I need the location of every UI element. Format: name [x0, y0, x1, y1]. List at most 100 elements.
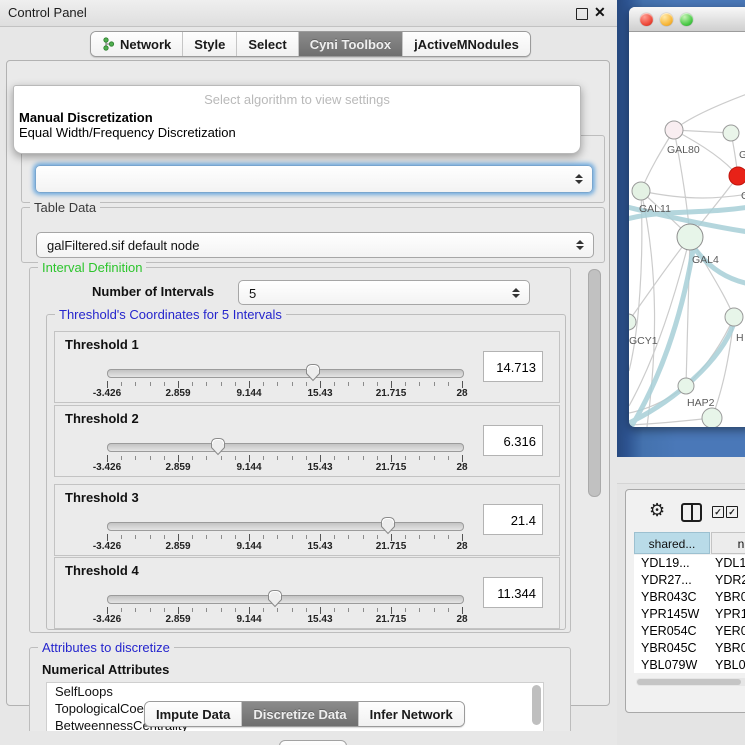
table-rows: YDL19...YDL1YDR27...YDR2YBR043CYBR0YPR14…: [634, 555, 745, 673]
slider-thumb-icon[interactable]: [305, 363, 321, 382]
zoom-traffic-light-icon[interactable]: [680, 13, 693, 26]
checkbox-icon[interactable]: ✓: [726, 506, 738, 518]
tick-label: 21.715: [376, 462, 407, 473]
node-label: GCY1: [629, 335, 658, 347]
tick-label: -3.426: [93, 388, 121, 399]
tick-label: 21.715: [376, 541, 407, 552]
network-graph[interactable]: GAL80 GAL11 GAL4 GCY1 HAP2 GA C H: [629, 31, 745, 427]
tab-label: jActiveMNodules: [414, 37, 519, 52]
tick-label: 28: [456, 541, 467, 552]
control-panel-title: Control Panel: [8, 0, 87, 26]
minimize-traffic-light-icon[interactable]: [660, 13, 673, 26]
tick-label: 9.144: [236, 388, 261, 399]
close-traffic-light-icon[interactable]: [640, 13, 653, 26]
tick-label: 2.859: [165, 541, 190, 552]
column-header-shared-name[interactable]: shared...: [634, 532, 710, 554]
table-row[interactable]: YBR043CYBR0: [634, 589, 745, 606]
tab-select[interactable]: Select: [237, 32, 298, 56]
tick-label: 15.43: [307, 388, 332, 399]
node-gcy1: [629, 314, 636, 330]
table-panel-body: ⚙ ✓ ✓ shared... n YDL19...YDL1YDR27...YD…: [625, 489, 745, 713]
tab-label: Select: [248, 37, 286, 52]
cell-shared-name: YPR145W: [634, 606, 711, 623]
node-label: HAP2: [687, 397, 715, 409]
threshold-slider[interactable]: [107, 443, 464, 452]
tab-infer-network[interactable]: Infer Network: [359, 702, 464, 726]
column-header-name[interactable]: n: [711, 532, 745, 554]
tick-label: 28: [456, 388, 467, 399]
list-scrollbar[interactable]: [532, 685, 541, 725]
cell-name: YDL1: [711, 555, 745, 572]
node-label: GAL80: [667, 144, 700, 156]
table-row[interactable]: YDL19...YDL1: [634, 555, 745, 572]
tick-label: 9.144: [236, 541, 261, 552]
cell-name: YBR0: [711, 589, 745, 606]
tab-label: Cyni Toolbox: [310, 37, 391, 52]
slider-thumb-icon[interactable]: [210, 437, 226, 456]
network-icon: [102, 37, 115, 51]
threshold-value-field[interactable]: 21.4: [483, 504, 543, 535]
slider-thumb-icon[interactable]: [380, 516, 396, 535]
tab-style[interactable]: Style: [183, 32, 237, 56]
table-data-combo[interactable]: galFiltered.sif default node: [36, 232, 594, 258]
number-of-intervals-label: Number of Intervals: [92, 284, 214, 299]
node-label: GAL11: [639, 203, 671, 215]
tick-label-row: -3.4262.8599.14415.4321.71528: [107, 388, 462, 400]
threshold-value-field[interactable]: 6.316: [483, 425, 543, 456]
slider-thumb-icon[interactable]: [267, 589, 283, 608]
network-window-titlebar[interactable]: [629, 7, 745, 32]
thresholds-group-title: Threshold's Coordinates for 5 Intervals: [55, 307, 286, 322]
tick-label: -3.426: [93, 541, 121, 552]
close-icon[interactable]: ✕: [594, 4, 606, 21]
cell-name: YDR2: [711, 572, 745, 589]
threshold-slider[interactable]: [107, 522, 464, 531]
algorithm-option[interactable]: Manual Discretization: [17, 110, 577, 125]
cell-name: YBR0: [711, 640, 745, 657]
float-window-icon[interactable]: [576, 8, 588, 20]
numerical-attributes-label: Numerical Attributes: [42, 662, 169, 677]
table-data-group-title: Table Data: [30, 200, 100, 215]
tab-impute-data[interactable]: Impute Data: [145, 702, 242, 726]
table-row[interactable]: YPR145WYPR1: [634, 606, 745, 623]
threshold-slider[interactable]: [107, 595, 464, 604]
threshold-slider[interactable]: [107, 369, 464, 378]
interval-definition-group: Interval Definition Number of Intervals …: [29, 267, 571, 633]
tick-label-row: -3.4262.8599.14415.4321.71528: [107, 614, 462, 626]
cell-name: YER0: [711, 623, 745, 640]
tab-discretize-data[interactable]: Discretize Data: [242, 702, 358, 726]
table-row[interactable]: YBL079WYBL0: [634, 657, 745, 673]
thresholds-group: Threshold's Coordinates for 5 Intervals …: [46, 314, 566, 630]
node: [723, 125, 739, 141]
algorithm-option[interactable]: Equal Width/Frequency Discretization: [17, 125, 577, 140]
algorithm-combo[interactable]: [35, 165, 593, 193]
number-of-intervals-combo[interactable]: 5: [238, 280, 530, 305]
combo-arrows-icon: [575, 174, 583, 184]
checkbox-icon[interactable]: ✓: [712, 506, 724, 518]
table-row[interactable]: YBR045CYBR0: [634, 640, 745, 657]
apply-button[interactable]: Apply: [279, 740, 347, 745]
tab-jactivemnodules[interactable]: jActiveMNodules: [403, 32, 530, 56]
settings-scroll-viewport: Interval Definition Number of Intervals …: [21, 259, 605, 731]
horizontal-scrollbar[interactable]: [636, 678, 745, 686]
tick-label: 28: [456, 614, 467, 625]
attribute-item[interactable]: SelfLoops: [47, 683, 543, 700]
algorithm-option-list: Manual DiscretizationEqual Width/Frequen…: [17, 110, 577, 140]
table-data-combo-value: galFiltered.sif default node: [47, 233, 199, 259]
node-label-partial: C: [741, 190, 745, 202]
cell-name: YBL0: [711, 657, 745, 673]
cell-name: YPR1: [711, 606, 745, 623]
table-row[interactable]: YDR27...YDR2: [634, 572, 745, 589]
cell-shared-name: YBL079W: [634, 657, 711, 673]
node-gal11: [632, 182, 650, 200]
gear-icon[interactable]: ⚙: [649, 501, 665, 519]
split-view-icon[interactable]: [681, 503, 702, 522]
panel-scrollbar[interactable]: [588, 269, 601, 497]
tab-cyni-toolbox[interactable]: Cyni Toolbox: [299, 32, 403, 56]
table-row[interactable]: YER054CYER0: [634, 623, 745, 640]
node-label: GAL4: [692, 254, 719, 266]
attributes-group-title: Attributes to discretize: [38, 640, 174, 655]
network-edges: [629, 91, 745, 427]
tab-network[interactable]: Network: [91, 32, 183, 56]
threshold-value-field[interactable]: 11.344: [483, 577, 543, 608]
threshold-value-field[interactable]: 14.713: [483, 351, 543, 382]
